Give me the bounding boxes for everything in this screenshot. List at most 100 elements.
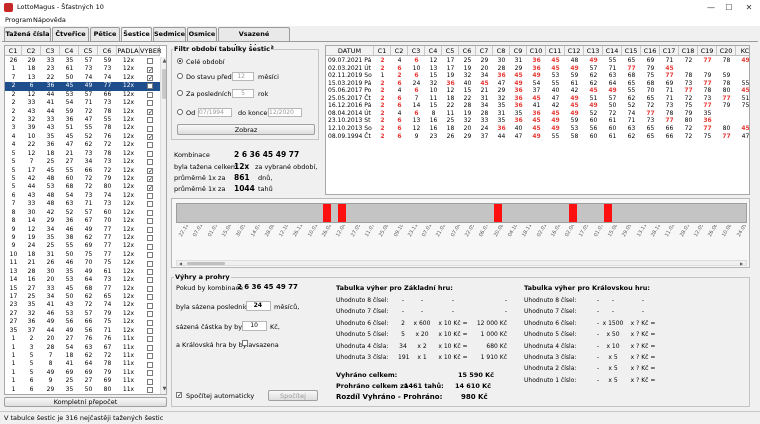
table-row[interactable]: 6 43 48 54 73 74 12x [5,192,160,200]
draws-row[interactable]: 05.06.2017 Po 2 4 6 10 12 15 21 29 36 37 40 42 45 49 55… [326,87,749,95]
table-row[interactable]: 5 44 53 68 72 80 12x ✓ [5,183,160,191]
table-row[interactable]: 1 5 8 41 64 78 11x [5,360,160,368]
select-checkbox[interactable]: ✓ [147,108,153,115]
select-checkbox[interactable]: ✓ [147,176,153,183]
table-header-cell[interactable]: C4 [60,46,79,56]
select-checkbox[interactable]: ✓ [147,184,153,191]
select-checkbox[interactable] [147,344,153,351]
table-row[interactable]: 10 18 31 50 75 77 12x [5,251,160,259]
select-checkbox[interactable]: ✓ [147,134,153,141]
draws-header-cell[interactable]: C19 [698,46,717,56]
timeline-scroll-left-icon[interactable]: ◀ [179,261,185,266]
table-row[interactable]: 1 6 29 35 50 80 11x [5,386,160,394]
select-checkbox[interactable] [147,235,153,242]
last-years-spinner[interactable]: 5 [232,89,254,98]
table-row[interactable]: 2 6 36 45 49 77 12x ✓ [5,82,160,91]
select-checkbox[interactable] [147,302,153,309]
table-row[interactable]: 27 36 49 56 66 75 12x [5,318,160,326]
table-row[interactable]: 8 14 29 36 67 70 12x [5,217,160,225]
draws-header-cell[interactable]: C17 [660,46,679,56]
draws-header-cell[interactable]: C16 [641,46,660,56]
table-row[interactable]: 5 7 25 27 34 73 12x [5,158,160,166]
table-header-cell[interactable]: C2 [22,46,41,56]
radio-from[interactable] [177,109,183,115]
select-checkbox[interactable] [147,117,153,124]
select-checkbox[interactable] [147,58,153,65]
table-header-cell[interactable]: C3 [41,46,60,56]
table-row[interactable]: 15 27 33 45 68 77 12x [5,285,160,293]
table-row[interactable]: 27 32 46 53 57 79 12x [5,310,160,318]
table-row[interactable]: 13 28 30 35 49 61 12x [5,268,160,276]
select-checkbox[interactable] [147,100,153,107]
draws-row[interactable]: 25.05.2017 Čt 2 6 7 11 18 22 31 32 36 45 47 49 51 57 62… [326,95,749,103]
table-row[interactable]: 14 16 20 53 64 73 12x [5,276,160,284]
table-row[interactable]: 1 6 9 25 27 69 11x [5,377,160,385]
select-checkbox[interactable] [147,159,153,166]
select-checkbox[interactable] [147,353,153,360]
select-checkbox[interactable] [147,209,153,216]
select-checkbox[interactable] [147,91,153,98]
select-checkbox[interactable] [147,142,153,149]
draws-header-cell[interactable]: DATUM [326,46,374,56]
select-checkbox[interactable] [147,268,153,275]
table-row[interactable]: 23 35 41 43 72 74 12x [5,301,160,309]
full-recalc-button[interactable]: Kompletní přepočet [4,397,167,407]
table-row[interactable]: 1 5 7 18 62 72 11x [5,352,160,360]
timeline-scroll-right-icon[interactable]: ▶ [740,261,746,266]
wins-stake-spinner[interactable]: 10 [242,321,267,331]
select-checkbox[interactable] [147,311,153,318]
draws-header-cell[interactable]: C15 [622,46,641,56]
table-row[interactable]: 4 22 36 47 62 72 12x [5,141,160,149]
table-row[interactable]: 5 17 45 55 66 72 12x ✓ [5,167,160,175]
select-checkbox[interactable] [147,361,153,368]
scroll-down-icon[interactable]: ▼ [162,386,166,393]
draws-header-cell[interactable]: C13 [584,46,603,56]
table-row[interactable]: 9 12 34 46 49 77 12x [5,226,160,234]
select-checkbox[interactable] [147,327,153,334]
table-header-cell[interactable]: PADLA [117,46,140,56]
timeline-scrollbar[interactable]: ◀ ▶ [176,260,747,266]
draws-header-cell[interactable]: C14 [603,46,622,56]
table-row[interactable]: 5 12 18 21 73 78 12x [5,150,160,158]
draws-header-cell[interactable]: C12 [565,46,584,56]
draws-header-cell[interactable]: KC [736,46,749,56]
table-row[interactable]: 17 25 34 50 62 65 12x [5,293,160,301]
from-date-spinner[interactable]: 07/1994 [198,108,232,117]
draws-row[interactable]: 08.09.1994 Čt 2 6 9 23 26 29 37 44 47 49 55 58 60 61 62… [326,133,749,141]
scroll-thumb[interactable] [162,69,166,99]
draws-row[interactable]: 16.12.2016 Pá 2 6 14 15 22 28 34 35 36 41 42 45 49 50 5… [326,102,749,110]
select-checkbox[interactable] [147,386,153,393]
calc-button[interactable]: Spočítej [268,390,318,401]
select-checkbox[interactable] [147,243,153,250]
draws-row[interactable]: 23.10.2013 St 2 6 13 16 25 32 33 35 36 45 49 59 60 61 7… [326,117,749,125]
show-button[interactable]: Zobraz [177,124,315,135]
draws-row[interactable]: 02.11.2019 So 1 2 6 15 19 32 34 36 45 49 53 59 62 63 68… [326,72,749,80]
draws-header-cell[interactable]: C1 [374,46,391,56]
select-checkbox[interactable]: ✓ [147,66,153,73]
draws-header-cell[interactable]: C2 [391,46,408,56]
table-row[interactable]: 9 24 25 55 69 77 12x [5,242,160,250]
tab-quintuples[interactable]: Pětice [90,27,120,41]
tab-septuples[interactable]: Sedmice [153,27,186,41]
table-row[interactable]: 11 21 26 46 70 75 12x [5,259,160,267]
draws-header-cell[interactable]: C4 [425,46,442,56]
select-checkbox[interactable] [147,218,153,225]
draws-header-cell[interactable]: C6 [459,46,476,56]
table-row[interactable]: 1 5 49 69 69 79 11x [5,369,160,377]
select-checkbox[interactable]: ✓ [147,75,153,82]
timeline-scroll-thumb[interactable] [187,262,225,265]
table-row[interactable]: 1 3 28 54 63 67 11x [5,344,160,352]
draws-header-cell[interactable]: C9 [510,46,527,56]
menu-help[interactable]: Nápověda [33,16,66,24]
select-checkbox[interactable] [147,294,153,301]
select-checkbox[interactable] [147,260,153,267]
table-row[interactable]: 3 39 43 51 55 78 12x [5,124,160,132]
table-header-cell[interactable]: C6 [98,46,117,56]
select-checkbox[interactable] [147,277,153,284]
table-row[interactable]: 26 29 33 35 57 59 12x [5,57,160,65]
radio-last[interactable] [177,90,183,96]
table-header-cell[interactable]: VYBER [140,46,162,56]
minimize-button[interactable]: — [704,2,718,13]
table-row[interactable]: 5 42 48 60 72 79 12x ✓ [5,175,160,183]
table-row[interactable]: 1 18 23 61 73 73 12x ✓ [5,65,160,73]
